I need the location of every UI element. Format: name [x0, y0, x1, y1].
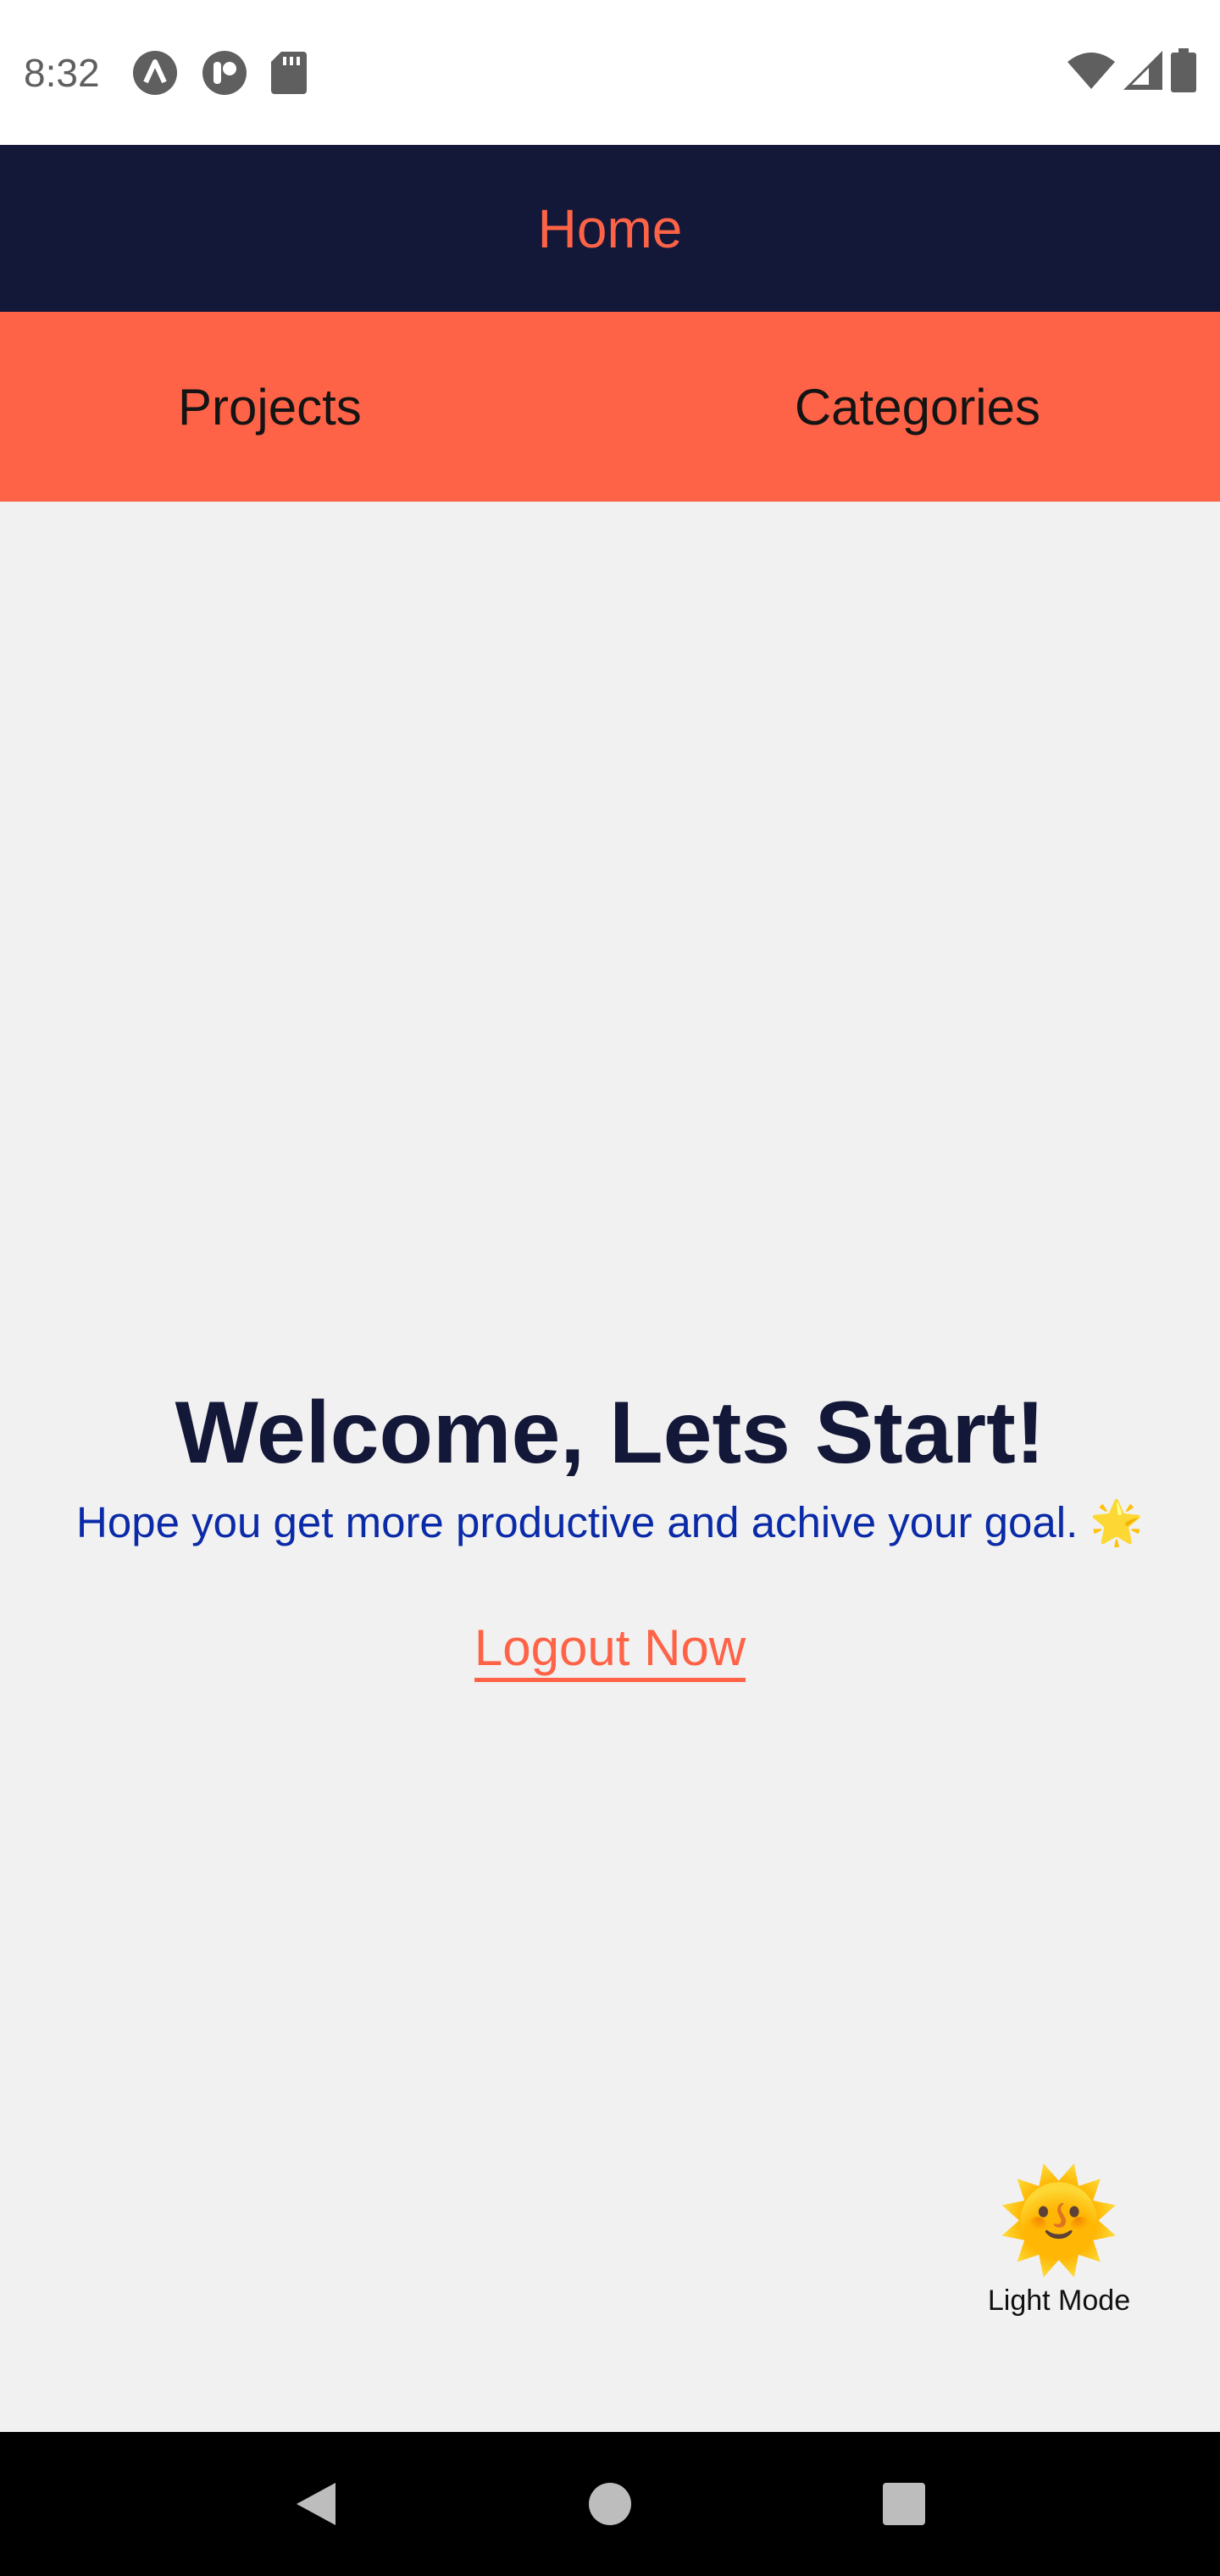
tab-categories[interactable]: Categories	[609, 312, 1220, 502]
status-bar: 8:32	[0, 0, 1220, 145]
sd-card-icon	[270, 51, 307, 94]
status-right-icons	[1068, 48, 1196, 97]
wifi-icon	[1068, 52, 1115, 93]
a-circle-icon	[132, 50, 178, 96]
light-mode-toggle[interactable]: 🌞 Light Mode	[974, 2171, 1144, 2318]
app-header: Home	[0, 145, 1220, 312]
recents-icon[interactable]	[853, 2453, 955, 2555]
back-icon[interactable]	[265, 2453, 367, 2555]
welcome-title: Welcome, Lets Start!	[175, 1384, 1045, 1482]
battery-icon	[1171, 48, 1196, 97]
system-nav-bar	[0, 2432, 1220, 2576]
signal-icon	[1123, 51, 1162, 94]
logout-button[interactable]: Logout Now	[474, 1619, 746, 1682]
logout-link-container: Logout Now	[0, 1618, 1220, 1682]
tab-bar: Projects Categories	[0, 312, 1220, 502]
tab-projects[interactable]: Projects	[0, 312, 609, 502]
home-icon[interactable]	[559, 2453, 661, 2555]
page-title: Home	[537, 197, 683, 259]
sun-icon: 🌞	[997, 2165, 1121, 2275]
status-time: 8:32	[24, 50, 100, 95]
main-content: Welcome, Lets Start! Hope you get more p…	[0, 502, 1220, 2432]
p-circle-icon	[202, 50, 247, 96]
mode-label: Light Mode	[987, 2285, 1131, 2317]
welcome-subtitle: Hope you get more productive and achive …	[76, 1498, 1144, 1546]
